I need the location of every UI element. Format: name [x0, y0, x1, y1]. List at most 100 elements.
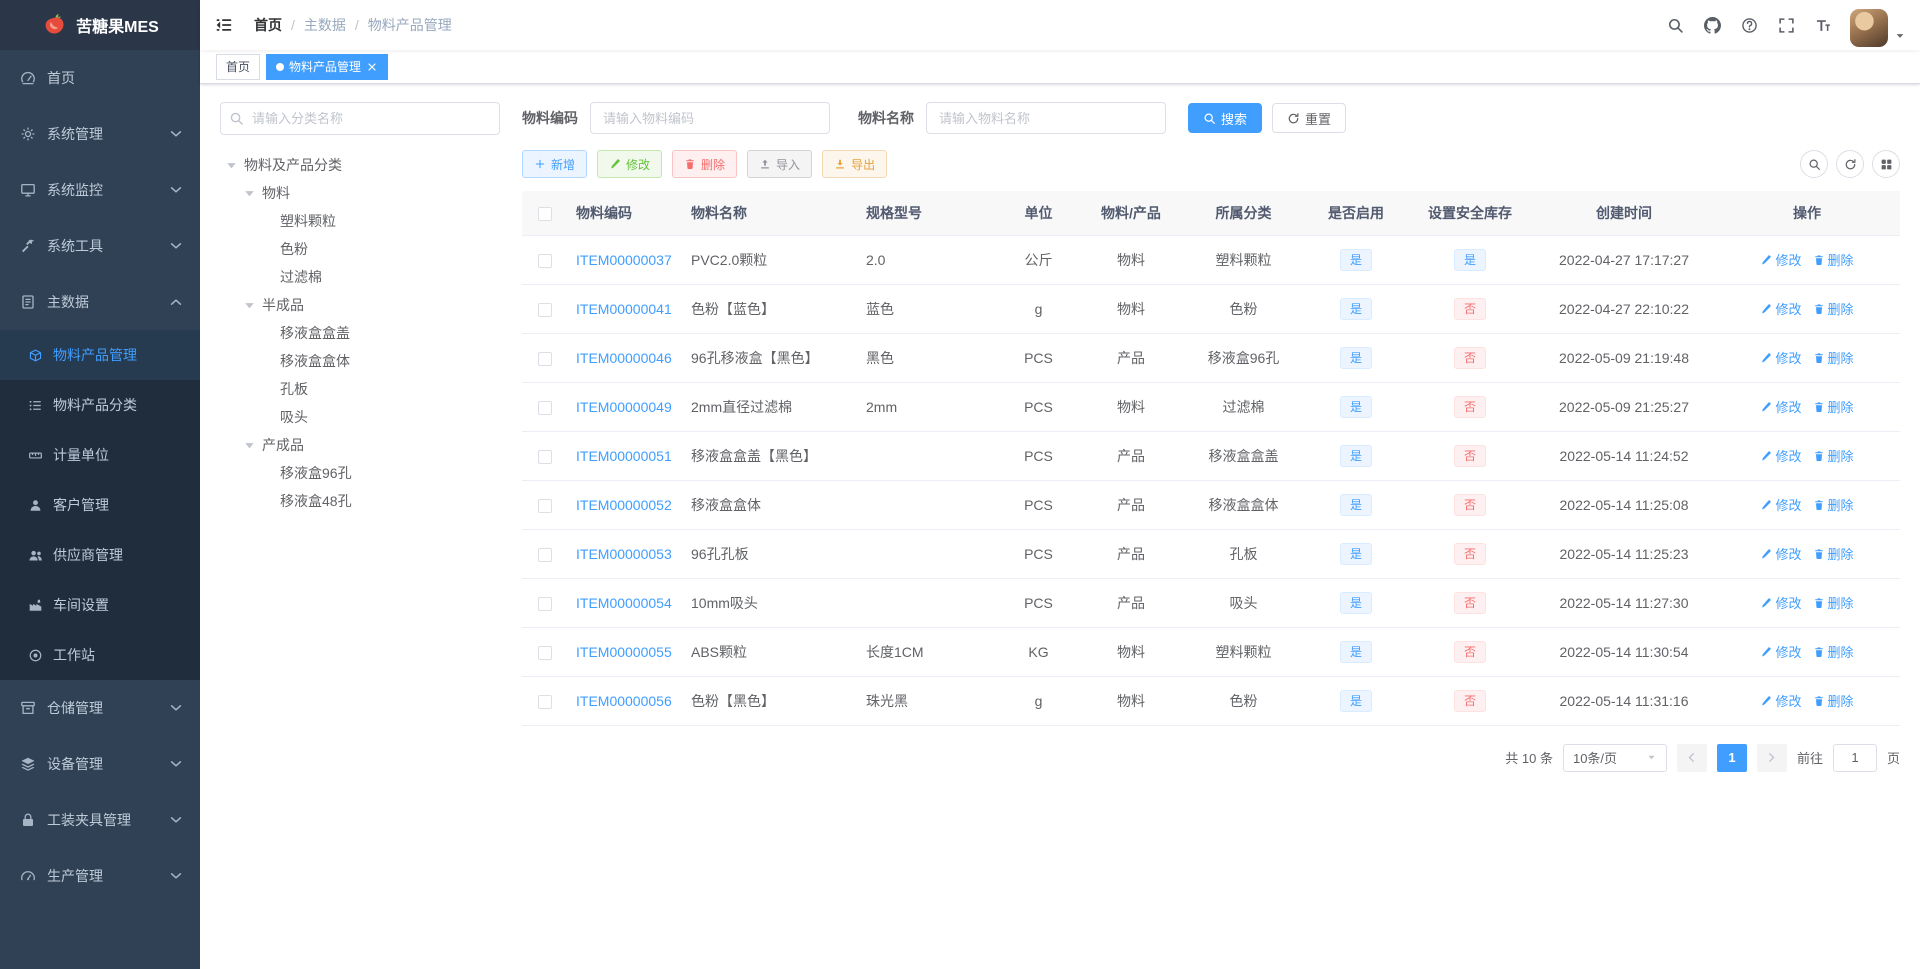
import-button[interactable]: 导入 [747, 150, 813, 178]
export-button[interactable]: 导出 [822, 150, 888, 178]
sidebar-subitem[interactable]: 物料产品管理 [0, 330, 200, 380]
material-code-link[interactable]: ITEM00000049 [576, 399, 672, 415]
tab-active[interactable]: 物料产品管理 [266, 53, 389, 80]
tree-node[interactable]: 移液盒96孔 [220, 459, 500, 487]
next-page-button[interactable] [1756, 743, 1787, 772]
sidebar-toggle-button[interactable] [200, 0, 248, 50]
delete-row-button[interactable]: 删除 [1813, 691, 1854, 710]
edit-row-button[interactable]: 修改 [1760, 544, 1802, 563]
edit-row-button[interactable]: 修改 [1760, 495, 1802, 514]
tree-caret-icon[interactable] [242, 438, 257, 453]
sidebar-subitem[interactable]: 工作站 [0, 630, 200, 680]
delete-row-button[interactable]: 删除 [1813, 446, 1854, 465]
prev-page-button[interactable] [1676, 743, 1707, 772]
refresh-button[interactable] [1836, 150, 1864, 178]
row-checkbox[interactable] [538, 449, 552, 464]
edit-row-button[interactable]: 修改 [1760, 446, 1802, 465]
sidebar-item[interactable]: 系统工具 [0, 218, 200, 274]
delete-row-button[interactable]: 删除 [1813, 642, 1854, 661]
tree-caret-icon[interactable] [224, 158, 239, 173]
tree-node[interactable]: 色粉 [220, 235, 500, 263]
tree-node[interactable]: 过滤棉 [220, 263, 500, 291]
row-checkbox[interactable] [538, 400, 552, 415]
material-code-link[interactable]: ITEM00000053 [576, 546, 672, 562]
github-button[interactable] [1694, 0, 1731, 50]
tree-node[interactable]: 物料及产品分类 [220, 151, 500, 179]
avatar[interactable] [1850, 9, 1888, 47]
edit-row-button[interactable]: 修改 [1760, 691, 1802, 710]
sidebar-subitem[interactable]: 车间设置 [0, 580, 200, 630]
sidebar-subitem[interactable]: 计量单位 [0, 430, 200, 480]
material-code-link[interactable]: ITEM00000041 [576, 301, 672, 317]
app-logo[interactable]: 苦糖果MES [0, 0, 200, 50]
select-all-checkbox[interactable] [538, 206, 552, 221]
delete-row-button[interactable]: 删除 [1813, 495, 1854, 514]
sidebar-item[interactable]: 首页 [0, 50, 200, 106]
page-size-select[interactable]: 10条/页 [1562, 743, 1667, 772]
delete-row-button[interactable]: 删除 [1813, 299, 1854, 318]
user-menu[interactable] [1842, 0, 1920, 50]
sidebar-subitem[interactable]: 客户管理 [0, 480, 200, 530]
tree-caret-icon[interactable] [242, 186, 257, 201]
material-code-link[interactable]: ITEM00000056 [576, 693, 672, 709]
delete-button[interactable]: 删除 [672, 150, 738, 178]
sidebar-subitem[interactable]: 供应商管理 [0, 530, 200, 580]
row-checkbox[interactable] [538, 302, 552, 317]
edit-row-button[interactable]: 修改 [1760, 593, 1802, 612]
delete-row-button[interactable]: 删除 [1813, 544, 1854, 563]
tree-node[interactable]: 移液盒盒体 [220, 347, 500, 375]
sidebar-item[interactable]: 设备管理 [0, 736, 200, 792]
material-code-link[interactable]: ITEM00000046 [576, 350, 672, 366]
font-size-button[interactable] [1805, 0, 1842, 50]
row-checkbox[interactable] [538, 694, 552, 709]
row-checkbox[interactable] [538, 547, 552, 562]
row-checkbox[interactable] [538, 498, 552, 513]
material-name-input[interactable] [926, 102, 1166, 134]
row-checkbox[interactable] [538, 351, 552, 366]
category-search-input[interactable] [220, 102, 500, 135]
material-code-link[interactable]: ITEM00000037 [576, 252, 672, 268]
sidebar-item[interactable]: 系统监控 [0, 162, 200, 218]
tree-caret-icon[interactable] [242, 298, 257, 313]
edit-row-button[interactable]: 修改 [1760, 348, 1802, 367]
breadcrumb-item[interactable]: 首页 [254, 15, 282, 35]
tree-node[interactable]: 塑料颗粒 [220, 207, 500, 235]
help-button[interactable] [1731, 0, 1768, 50]
column-settings-button[interactable] [1872, 150, 1900, 178]
sidebar-subitem[interactable]: 物料产品分类 [0, 380, 200, 430]
row-checkbox[interactable] [538, 253, 552, 268]
page-number-button[interactable]: 1 [1716, 743, 1747, 772]
edit-button[interactable]: 修改 [597, 150, 663, 178]
goto-page-input[interactable] [1832, 743, 1877, 772]
edit-row-button[interactable]: 修改 [1760, 299, 1802, 318]
tab-item[interactable]: 首页 [216, 53, 261, 80]
row-checkbox[interactable] [538, 596, 552, 611]
sidebar-item[interactable]: 主数据 [0, 274, 200, 330]
tree-node[interactable]: 产成品 [220, 431, 500, 459]
row-checkbox[interactable] [538, 645, 552, 660]
tree-node[interactable]: 物料 [220, 179, 500, 207]
fullscreen-button[interactable] [1768, 0, 1805, 50]
sidebar-item[interactable]: 工装夹具管理 [0, 792, 200, 848]
material-code-input[interactable] [590, 102, 830, 134]
edit-row-button[interactable]: 修改 [1760, 250, 1802, 269]
delete-row-button[interactable]: 删除 [1813, 250, 1854, 269]
material-code-link[interactable]: ITEM00000055 [576, 644, 672, 660]
header-search-button[interactable] [1657, 0, 1694, 50]
delete-row-button[interactable]: 删除 [1813, 593, 1854, 612]
sidebar-item[interactable]: 系统管理 [0, 106, 200, 162]
tree-node[interactable]: 吸头 [220, 403, 500, 431]
material-code-link[interactable]: ITEM00000054 [576, 595, 672, 611]
reset-button[interactable]: 重置 [1272, 103, 1347, 133]
sidebar-item[interactable]: 生产管理 [0, 848, 200, 904]
tab-close-icon[interactable] [366, 61, 378, 73]
edit-row-button[interactable]: 修改 [1760, 397, 1802, 416]
add-button[interactable]: 新增 [522, 150, 588, 178]
delete-row-button[interactable]: 删除 [1813, 348, 1854, 367]
search-button[interactable]: 搜索 [1188, 103, 1263, 133]
tree-node[interactable]: 孔板 [220, 375, 500, 403]
material-code-link[interactable]: ITEM00000051 [576, 448, 672, 464]
toggle-search-button[interactable] [1800, 150, 1828, 178]
edit-row-button[interactable]: 修改 [1760, 642, 1802, 661]
tree-node[interactable]: 半成品 [220, 291, 500, 319]
